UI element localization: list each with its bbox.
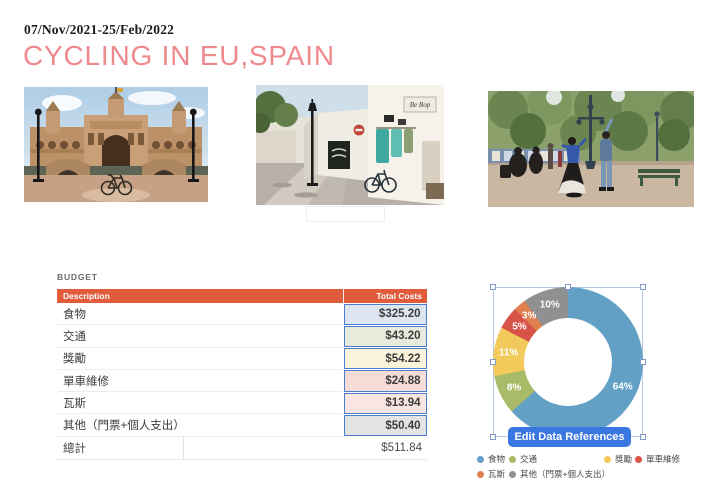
table-body: 食物 $325.20 交通 $43.20 獎勵 $54.22 單車維修 $24.… — [57, 303, 427, 437]
budget-table: Description Total Costs 食物 $325.20 交通 $4… — [57, 289, 427, 460]
selection-handle[interactable] — [640, 434, 646, 440]
shop-sign-text: Be Bop — [410, 101, 431, 109]
table-row: 獎勵 $54.22 — [57, 348, 427, 370]
selection-handle[interactable] — [640, 359, 646, 365]
selection-handle[interactable] — [490, 284, 496, 290]
description-cell[interactable]: 獎勵 — [57, 348, 343, 370]
plaza-de-espana-image — [24, 87, 208, 202]
slice-percent-label: 5% — [512, 321, 526, 332]
photo-caption-placeholder[interactable] — [306, 206, 385, 222]
legend-label: 食物 — [488, 453, 505, 465]
total-cell-wrap: $325.20 — [343, 303, 427, 325]
legend-label: 單車維修 — [646, 453, 680, 465]
table-row: 食物 $325.20 — [57, 303, 427, 325]
legend-color-dot — [477, 456, 484, 463]
table-row: 交通 $43.20 — [57, 325, 427, 347]
total-cell-wrap: $24.88 — [343, 370, 427, 392]
table-row: 單車維修 $24.88 — [57, 370, 427, 392]
legend-color-dot — [509, 471, 516, 478]
total-cell-wrap: $54.22 — [343, 348, 427, 370]
table-header-row: Description Total Costs — [57, 289, 427, 303]
legend-label: 其他（門票+個人支出） — [520, 468, 610, 480]
photo-white-alley[interactable]: Be Bop — [256, 85, 444, 205]
slice-percent-label: 11% — [499, 348, 518, 359]
selection-handle[interactable] — [565, 284, 571, 290]
legend-color-dot — [604, 456, 611, 463]
slide-title: CYCLING IN EU,SPAIN — [23, 40, 335, 72]
date-range-text: 07/Nov/2021-25/Feb/2022 — [24, 22, 174, 38]
table-row: 其他（門票+個人支出） $50.40 — [57, 414, 427, 436]
total-cell-wrap: $50.40 — [343, 414, 427, 436]
footer-description-cell[interactable]: 總計 — [57, 437, 343, 459]
selection-handle[interactable] — [490, 434, 496, 440]
description-cell[interactable]: 食物 — [57, 303, 343, 325]
table-footer-row[interactable]: 總計 $511.84 — [57, 437, 427, 460]
total-cell-wrap: $43.20 — [343, 325, 427, 347]
legend-item: 交通 — [509, 453, 537, 465]
legend-item: 獎勵 — [604, 453, 632, 465]
park-dancers-image — [488, 91, 694, 207]
white-alley-image: Be Bop — [256, 85, 444, 205]
photo-park-dancers[interactable] — [488, 91, 694, 207]
legend-label: 交通 — [520, 453, 537, 465]
legend-color-dot — [509, 456, 516, 463]
total-cell[interactable]: $54.22 — [344, 348, 427, 369]
slide-canvas: 07/Nov/2021-25/Feb/2022 CYCLING IN EU,SP… — [0, 0, 720, 490]
legend-item: 瓦斯 — [477, 468, 505, 480]
legend-item: 食物 — [477, 453, 505, 465]
column-header-total-costs: Total Costs — [343, 289, 427, 303]
budget-section-label: BUDGET — [57, 272, 98, 282]
selection-handle[interactable] — [640, 284, 646, 290]
description-cell[interactable]: 瓦斯 — [57, 392, 343, 414]
legend-label: 獎勵 — [615, 453, 632, 465]
description-cell[interactable]: 交通 — [57, 325, 343, 347]
footer-total-cell[interactable]: $511.84 — [343, 437, 427, 459]
total-cell[interactable]: $325.20 — [344, 304, 427, 325]
total-cell[interactable]: $43.20 — [344, 326, 427, 347]
slice-percent-label: 3% — [522, 311, 536, 322]
table-row: 瓦斯 $13.94 — [57, 392, 427, 414]
slice-percent-label: 10% — [540, 299, 560, 310]
legend-color-dot — [635, 456, 642, 463]
total-cell-wrap: $13.94 — [343, 392, 427, 414]
footer-cell-divider — [183, 437, 184, 459]
legend-item: 單車維修 — [635, 453, 680, 465]
legend-label: 瓦斯 — [488, 468, 505, 480]
total-cell[interactable]: $24.88 — [344, 370, 427, 391]
legend-color-dot — [477, 471, 484, 478]
legend-item: 其他（門票+個人支出） — [509, 468, 610, 480]
column-header-description: Description — [57, 291, 343, 301]
description-cell[interactable]: 單車維修 — [57, 370, 343, 392]
edit-data-references-button[interactable]: Edit Data References — [508, 427, 631, 447]
total-cell[interactable]: $13.94 — [344, 393, 427, 414]
slice-percent-label: 8% — [507, 383, 521, 394]
slice-percent-label: 64% — [613, 381, 633, 392]
donut-chart-hole — [524, 318, 612, 406]
photo-plaza-de-espana[interactable] — [24, 87, 208, 202]
description-cell[interactable]: 其他（門票+個人支出） — [57, 414, 343, 436]
total-cell[interactable]: $50.40 — [344, 415, 427, 436]
selection-handle[interactable] — [490, 359, 496, 365]
